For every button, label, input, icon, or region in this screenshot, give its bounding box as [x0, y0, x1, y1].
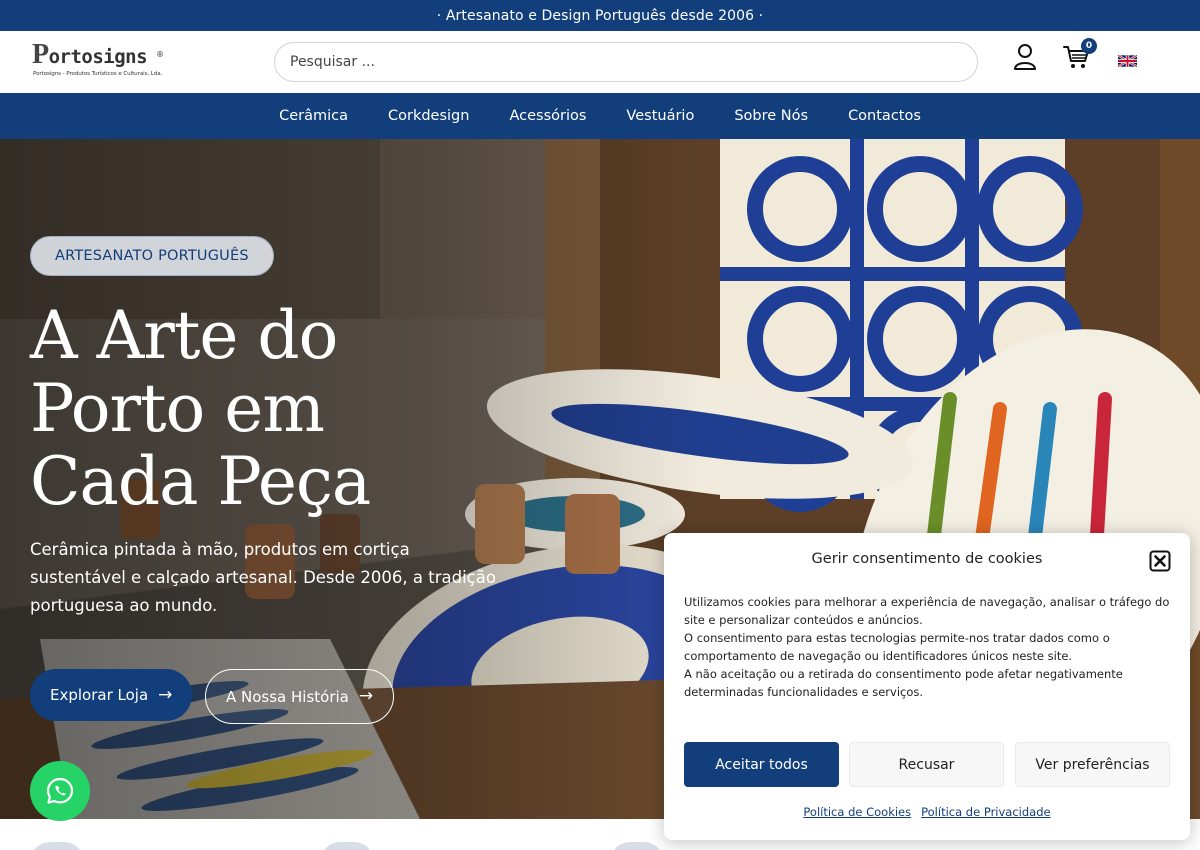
view-preferences-button[interactable]: Ver preferências: [1015, 742, 1170, 787]
site-header: Portosigns ® Portosigns - Produtos Turís…: [0, 31, 1200, 93]
nav-item-contactos[interactable]: Contactos: [828, 108, 941, 124]
nav-item-acessorios[interactable]: Acessórios: [489, 108, 606, 124]
logo-subtitle: Portosigns - Produtos Turísticos e Cultu…: [33, 71, 163, 77]
nav-item-vestuario[interactable]: Vestuário: [606, 108, 714, 124]
cookie-consent-dialog: Gerir consentimento de cookies Utilizamo…: [664, 533, 1190, 840]
accept-all-button[interactable]: Aceitar todos: [684, 742, 839, 787]
explore-shop-label: Explorar Loja: [50, 686, 149, 704]
feature-icon-circle: [30, 842, 84, 850]
cart-count-badge: 0: [1081, 38, 1097, 54]
cookie-paragraph: O consentimento para estas tecnologias p…: [684, 631, 1110, 663]
nav-item-corkdesign[interactable]: Corkdesign: [368, 108, 489, 124]
announcement-text: · Artesanato e Design Português desde 20…: [436, 7, 764, 24]
logo-registered-mark: ®: [156, 50, 164, 59]
whatsapp-icon: [46, 777, 74, 804]
arrow-right-icon: →: [158, 684, 173, 705]
announcement-bar: · Artesanato e Design Português desde 20…: [0, 0, 1200, 31]
our-story-button[interactable]: A Nossa História →: [205, 669, 395, 724]
explore-shop-button[interactable]: Explorar Loja →: [30, 669, 193, 721]
cookie-dialog-title: Gerir consentimento de cookies: [811, 551, 1043, 567]
hero-description: Cerâmica pintada à mão, produtos em cort…: [30, 540, 496, 615]
deny-button[interactable]: Recusar: [849, 742, 1004, 787]
close-icon[interactable]: [1149, 550, 1171, 572]
feature-icon-circle: [320, 842, 374, 850]
main-navigation: Cerâmica Corkdesign Acessórios Vestuário…: [0, 93, 1200, 139]
search-input[interactable]: [274, 42, 978, 82]
hero-title: A Arte do Porto em Cada Peça: [30, 299, 550, 518]
hero-title-line: A Arte do: [30, 297, 338, 374]
site-logo[interactable]: Portosigns ® Portosigns - Produtos Turís…: [32, 39, 164, 80]
uk-flag-icon[interactable]: [1118, 55, 1137, 67]
user-icon[interactable]: [1012, 43, 1038, 71]
hero-title-line: Cada Peça: [30, 443, 371, 520]
hero-title-line: Porto em: [30, 370, 325, 447]
cookie-policy-link[interactable]: Política de Cookies: [803, 805, 911, 819]
cookie-paragraph: A não aceitação ou a retirada do consent…: [684, 667, 1123, 699]
arrow-right-icon: →: [358, 686, 374, 706]
feature-icon-circle: [610, 842, 664, 850]
nav-item-sobre-nos[interactable]: Sobre Nós: [714, 108, 828, 124]
cookie-dialog-body: Utilizamos cookies para melhorar a exper…: [684, 593, 1174, 701]
nav-item-ceramica[interactable]: Cerâmica: [259, 108, 368, 124]
cookie-policy-links: Política de Cookies Política de Privacid…: [664, 805, 1190, 819]
cookie-paragraph: Utilizamos cookies para melhorar a exper…: [684, 595, 1170, 627]
hero-badge: ARTESANATO PORTUGUÊS: [30, 236, 274, 276]
privacy-policy-link[interactable]: Política de Privacidade: [921, 805, 1050, 819]
whatsapp-chat-button[interactable]: [30, 761, 90, 821]
logo-wordmark: Portosigns: [32, 39, 148, 70]
our-story-label: A Nossa História: [226, 687, 349, 706]
